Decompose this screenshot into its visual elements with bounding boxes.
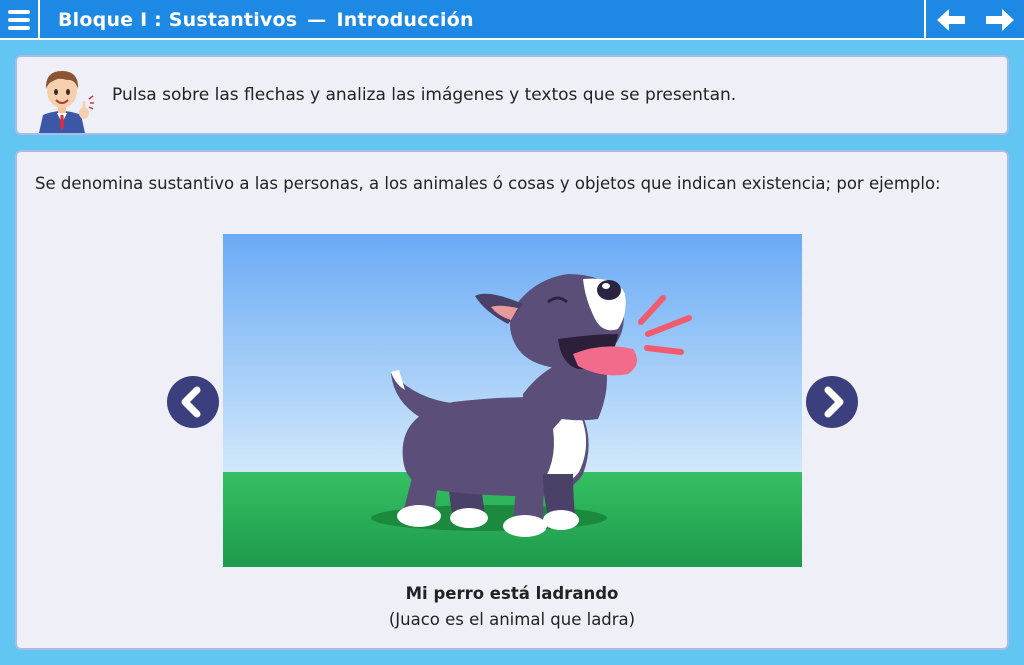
top-bar: Bloque I : Sustantivos — Introducción <box>0 0 1024 40</box>
chevron-right-icon[interactable] <box>806 376 858 428</box>
image-caption: Mi perro está ladrando <box>405 584 619 603</box>
instruction-panel: Pulsa sobre las flechas y analiza las im… <box>15 55 1009 135</box>
teacher-avatar-icon <box>29 63 95 133</box>
barking-dog-illustration <box>223 234 802 567</box>
arrow-left-icon[interactable] <box>934 3 968 37</box>
page-title: Bloque I : Sustantivos — Introducción <box>58 0 474 40</box>
title-separator: — <box>307 9 327 31</box>
hamburger-menu-icon[interactable] <box>0 0 40 40</box>
title-block: Bloque I : Sustantivos <box>58 9 298 31</box>
content-panel: Se denomina sustantivo a las personas, a… <box>15 150 1009 650</box>
definition-paragraph: Se denomina sustantivo a las personas, a… <box>35 174 941 193</box>
title-section: Introducción <box>336 9 474 31</box>
chevron-left-icon[interactable] <box>167 376 219 428</box>
page-navigation <box>924 0 1024 40</box>
instruction-text: Pulsa sobre las flechas y analiza las im… <box>112 85 737 105</box>
arrow-right-icon[interactable] <box>983 3 1017 37</box>
image-subcaption: (Juaco es el animal que ladra) <box>388 610 636 629</box>
